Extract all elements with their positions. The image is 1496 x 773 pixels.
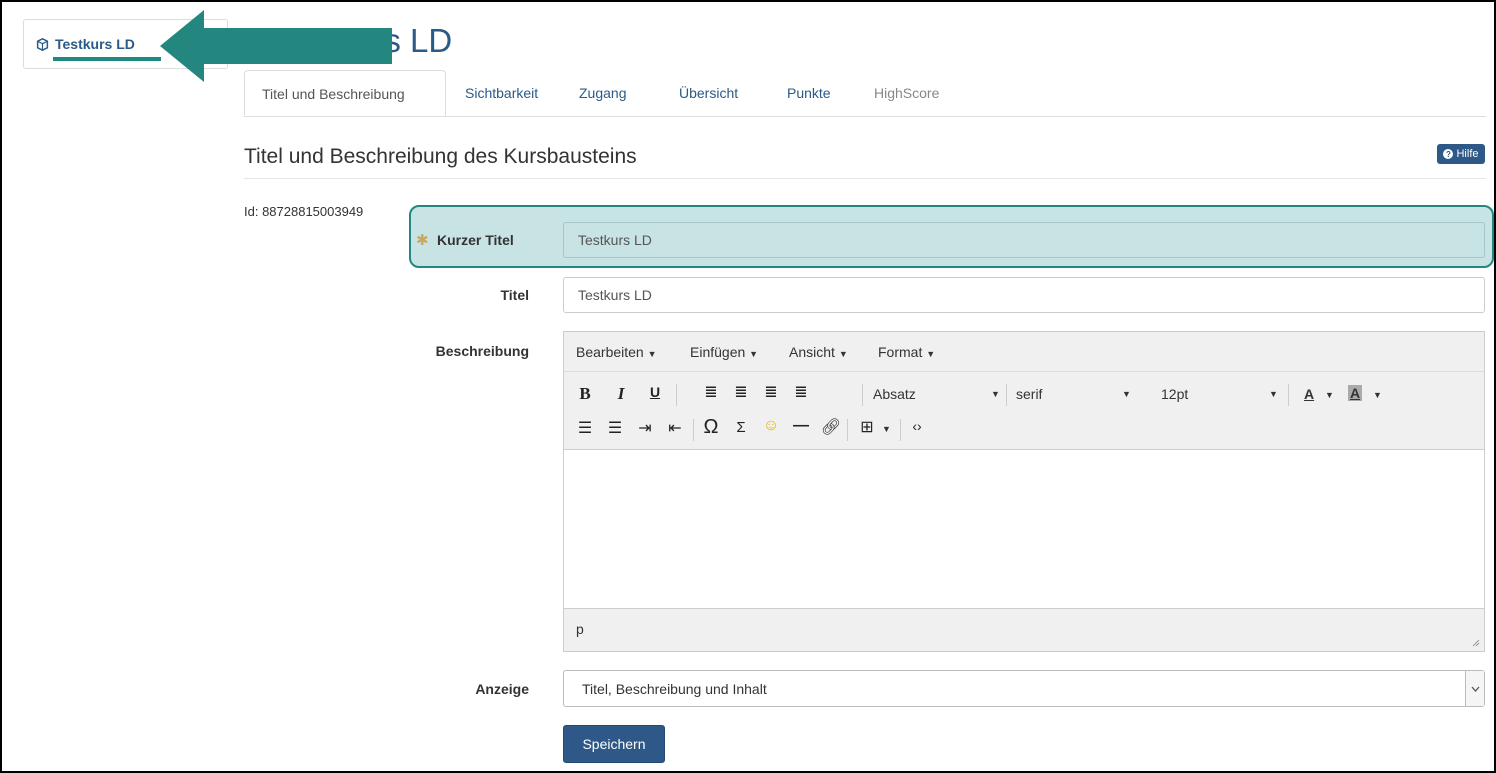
underline-icon[interactable]: U bbox=[644, 384, 666, 400]
description-label: Beschreibung bbox=[435, 343, 529, 359]
menu-edit[interactable]: Bearbeiten ▼ bbox=[576, 344, 657, 360]
text-color-button[interactable]: A bbox=[1304, 386, 1314, 402]
active-underline bbox=[53, 57, 161, 61]
code-icon[interactable]: ‹› bbox=[906, 418, 928, 434]
title-input[interactable]: Testkurs LD bbox=[563, 277, 1485, 313]
bg-color-button[interactable]: A bbox=[1348, 385, 1363, 401]
tab-highscore[interactable]: HighScore bbox=[857, 70, 956, 116]
editor-toolbar: B I U ≣ ≣ ≣ ≣ Absatz ▼ serif ▼ 12pt ▼ A ▼ A… bbox=[564, 372, 1484, 450]
toolbar-separator bbox=[1288, 384, 1289, 406]
align-right-icon[interactable]: ≣ bbox=[730, 382, 752, 402]
numbered-list-icon[interactable]: ☰ bbox=[604, 418, 626, 438]
divider bbox=[244, 178, 1486, 179]
caret-down-icon: ▼ bbox=[1373, 390, 1382, 400]
table-icon[interactable]: ⊞ bbox=[856, 417, 878, 437]
caret-down-icon: ▼ bbox=[749, 349, 759, 359]
font-size-select[interactable]: 12pt ▼ bbox=[1161, 386, 1278, 402]
resize-grip-icon[interactable] bbox=[1472, 639, 1480, 647]
align-left-icon[interactable]: ≣ bbox=[790, 382, 812, 402]
menu-format[interactable]: Format ▼ bbox=[878, 344, 935, 360]
indent-icon[interactable]: ⇥ bbox=[634, 418, 656, 438]
font-family-select[interactable]: serif ▼ bbox=[1016, 386, 1131, 402]
tab-overview[interactable]: Übersicht bbox=[662, 70, 755, 116]
toolbar-separator bbox=[1006, 384, 1007, 406]
element-path[interactable]: p bbox=[576, 621, 584, 637]
short-title-label: Kurzer Titel bbox=[437, 232, 514, 248]
outdent-icon[interactable]: ⇤ bbox=[664, 418, 686, 438]
editor-menubar: Bearbeiten ▼ Einfügen ▼ Ansicht ▼ Format… bbox=[564, 332, 1484, 372]
menu-insert[interactable]: Einfügen ▼ bbox=[690, 344, 758, 360]
rich-text-editor: Bearbeiten ▼ Einfügen ▼ Ansicht ▼ Format… bbox=[563, 331, 1485, 652]
caret-down-icon: ▼ bbox=[882, 424, 891, 434]
align-center-icon[interactable]: ≣ bbox=[760, 382, 782, 402]
toolbar-separator bbox=[862, 384, 863, 406]
node-id: Id: 88728815003949 bbox=[244, 204, 364, 219]
horizontal-rule-icon[interactable]: — bbox=[790, 417, 812, 435]
tab-points[interactable]: Punkte bbox=[770, 70, 848, 116]
caret-down-icon: ▼ bbox=[926, 349, 936, 359]
menu-view[interactable]: Ansicht ▼ bbox=[789, 344, 848, 360]
save-button[interactable]: Speichern bbox=[563, 725, 665, 763]
tab-visibility[interactable]: Sichtbarkeit bbox=[448, 70, 555, 116]
help-label: Hilfe bbox=[1456, 148, 1479, 160]
caret-down-icon: ▼ bbox=[1122, 389, 1131, 399]
bold-icon[interactable]: B bbox=[574, 384, 596, 404]
toolbar-separator bbox=[847, 419, 848, 441]
editor-content-area[interactable] bbox=[564, 450, 1484, 608]
italic-icon[interactable]: I bbox=[610, 384, 632, 404]
caret-down-icon: ▼ bbox=[838, 349, 848, 359]
caret-down-icon: ▼ bbox=[1325, 390, 1334, 400]
bullet-list-icon[interactable]: ☰ bbox=[574, 418, 596, 438]
title-label: Titel bbox=[500, 287, 529, 303]
annotation-arrow-icon bbox=[160, 10, 392, 82]
toolbar-separator bbox=[900, 419, 901, 441]
caret-down-icon: ▼ bbox=[1269, 389, 1278, 399]
omega-icon[interactable]: Ω bbox=[700, 416, 722, 439]
short-title-input[interactable]: Testkurs LD bbox=[563, 222, 1485, 258]
cube-icon bbox=[36, 37, 49, 51]
chevron-down-icon[interactable] bbox=[1465, 671, 1484, 706]
sidebar-item-label: Testkurs LD bbox=[55, 36, 135, 52]
emoji-icon[interactable]: ☺ bbox=[760, 417, 782, 435]
link-icon[interactable]: 🔗︎ bbox=[820, 417, 842, 437]
toolbar-separator bbox=[676, 384, 677, 406]
sidebar-item-course[interactable]: Testkurs LD bbox=[36, 36, 135, 52]
display-label: Anzeige bbox=[475, 681, 529, 697]
required-asterisk-icon: ✱ bbox=[416, 232, 429, 249]
caret-down-icon: ▼ bbox=[647, 349, 657, 359]
tab-access[interactable]: Zugang bbox=[562, 70, 643, 116]
help-button[interactable]: ? Hilfe bbox=[1437, 144, 1485, 164]
section-title: Titel und Beschreibung des Kursbausteins bbox=[244, 145, 637, 168]
sigma-icon[interactable]: Σ bbox=[730, 419, 752, 436]
caret-down-icon: ▼ bbox=[991, 389, 1000, 399]
display-select[interactable]: Titel, Beschreibung und Inhalt bbox=[563, 670, 1485, 707]
editor-statusbar: p bbox=[564, 608, 1484, 651]
toolbar-separator bbox=[693, 419, 694, 441]
block-format-select[interactable]: Absatz ▼ bbox=[873, 386, 1000, 402]
question-icon: ? bbox=[1443, 149, 1454, 159]
align-justify-icon[interactable]: ≣ bbox=[700, 382, 722, 402]
display-select-value: Titel, Beschreibung und Inhalt bbox=[582, 681, 767, 697]
tab-bar: Titel und Beschreibung Sichtbarkeit Zuga… bbox=[244, 70, 1486, 117]
